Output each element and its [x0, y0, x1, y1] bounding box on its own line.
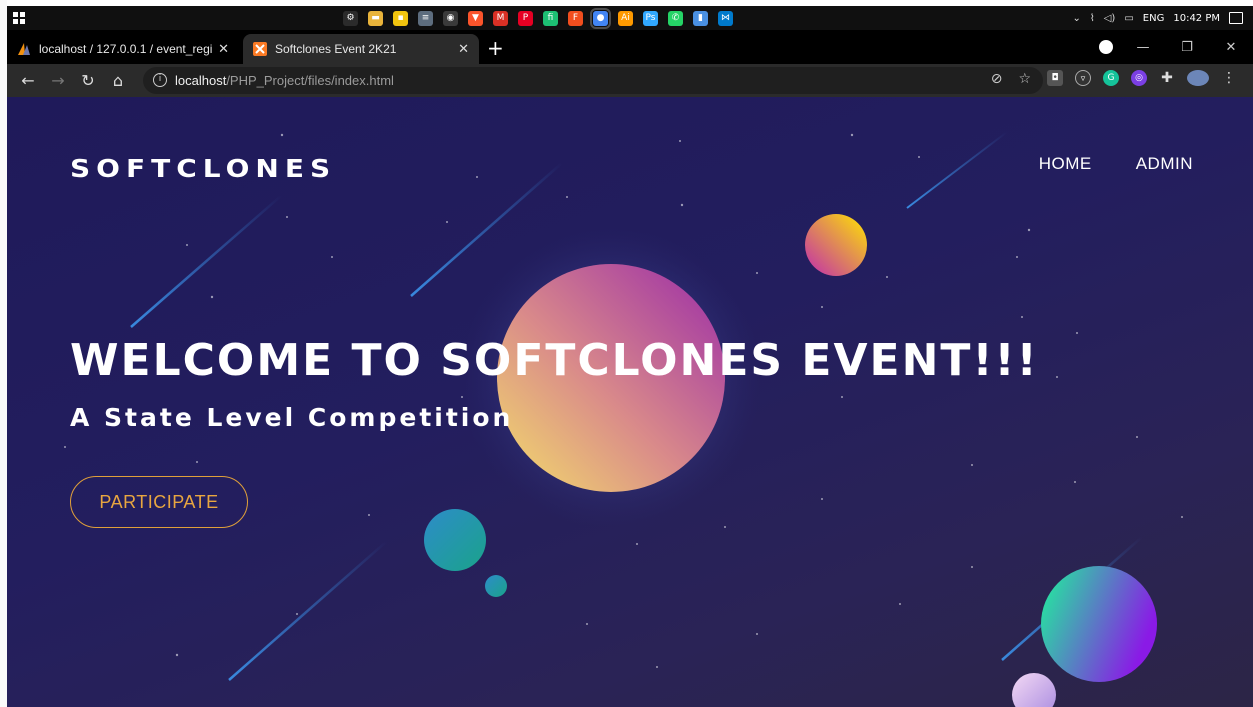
shooting-star-streak	[228, 540, 388, 681]
close-window-icon[interactable]: ✕	[1209, 40, 1253, 55]
back-arrow-icon[interactable]: ←	[17, 70, 39, 92]
participate-button[interactable]: PARTICIPATE	[70, 476, 248, 528]
teal-planet	[424, 509, 486, 571]
nav-admin-link[interactable]: ADMIN	[1136, 154, 1193, 174]
language-indicator[interactable]: ENG	[1143, 13, 1165, 24]
hero-title: WELCOME TO SOFTCLONES EVENT!!!	[70, 335, 1039, 386]
more-menu-icon[interactable]: ⋮	[1221, 70, 1237, 86]
browser-toolbar: ← → ↻ ⌂ i localhost/PHP_Project/files/in…	[7, 64, 1253, 97]
tab-softclones[interactable]: Softclones Event 2K21 ✕	[243, 34, 479, 64]
windows-taskbar: ⚙ ▬ ▪ ≡ ◉ ▼ M Pfi F ● Ai Ps ✆ ▮ ⋈ ⌄ ⌇ ◁) ▭ ENG 10:42 P…	[7, 6, 1253, 30]
puzzle-extensions-icon[interactable]: ✚	[1159, 70, 1175, 86]
notepad-icon[interactable]: ≡	[418, 10, 433, 26]
brave-icon[interactable]: ▼	[468, 10, 483, 26]
browser-tab-strip: localhost / 127.0.0.1 / event_regis ✕ So…	[7, 30, 1253, 64]
address-bar[interactable]: i localhost/PHP_Project/files/index.html…	[143, 67, 1043, 94]
file-explorer-icon[interactable]: ▬	[368, 10, 383, 26]
url-text: localhost/PHP_Project/files/index.html	[175, 73, 394, 88]
new-tab-plus-icon[interactable]: +	[487, 36, 504, 60]
extension-icons: ◘ ▿ G ◎ ✚ ⋮	[1047, 70, 1237, 86]
close-icon[interactable]: ✕	[218, 41, 229, 57]
tab-phpmyadmin[interactable]: localhost / 127.0.0.1 / event_regis ✕	[7, 34, 239, 64]
gmail-icon[interactable]: M	[493, 10, 508, 26]
vscode-icon[interactable]: ⋈	[718, 10, 733, 26]
close-icon[interactable]: ✕	[458, 41, 469, 57]
windows-start-icon[interactable]	[13, 12, 25, 24]
lilac-moon	[1012, 673, 1056, 707]
green-purple-planet	[1041, 566, 1157, 682]
clock[interactable]: 10:42 PM	[1173, 13, 1220, 24]
hero-subtitle: A State Level Competition	[70, 403, 514, 432]
fiverr-icon[interactable]: fi	[543, 10, 558, 26]
site-nav: HOME ADMIN	[1039, 154, 1193, 174]
whatsapp-icon[interactable]: ✆	[668, 10, 683, 26]
taskbar-apps: ⚙ ▬ ▪ ≡ ◉ ▼ M Pfi F ● Ai Ps ✆ ▮ ⋈	[343, 7, 733, 29]
notification-icon[interactable]	[1229, 12, 1243, 24]
window-frame-edge	[0, 0, 7, 707]
nav-home-link[interactable]: HOME	[1039, 154, 1092, 174]
bookmark-star-icon[interactable]: ☆	[1018, 71, 1031, 87]
phpmyadmin-icon	[18, 43, 30, 55]
web-page: SOFTCLONES HOME ADMIN WELCOME TO SOFTCLO…	[7, 97, 1253, 707]
home-icon[interactable]: ⌂	[107, 70, 129, 92]
photoshop-icon[interactable]: Ps	[643, 10, 658, 26]
yellow-planet	[805, 214, 867, 276]
profile-icon[interactable]	[1099, 40, 1113, 54]
shooting-star-streak	[130, 194, 283, 328]
extension-swirl-icon[interactable]: ◎	[1131, 70, 1147, 86]
file-icon[interactable]: ▮	[693, 10, 708, 26]
wifi-icon[interactable]: ⌇	[1090, 13, 1095, 24]
pocket-icon[interactable]: ▿	[1075, 70, 1091, 86]
avatar[interactable]	[1187, 70, 1209, 86]
volume-icon[interactable]: ◁)	[1104, 13, 1116, 24]
figma-icon[interactable]: F	[568, 10, 583, 26]
small-teal-moon	[485, 575, 507, 597]
tab-title: localhost / 127.0.0.1 / event_regis	[39, 42, 213, 56]
forward-arrow-icon[interactable]: →	[47, 70, 69, 92]
battery-icon[interactable]: ▭	[1124, 13, 1133, 24]
illustrator-icon[interactable]: Ai	[618, 10, 633, 26]
chevron-up-icon[interactable]: ⌄	[1072, 13, 1080, 24]
window-controls: — ❐ ✕	[1121, 30, 1253, 64]
grammarly-icon[interactable]: G	[1103, 70, 1119, 86]
site-logo[interactable]: SOFTCLONES	[70, 154, 336, 184]
xampp-icon	[253, 42, 267, 56]
chrome-icon[interactable]: ●	[590, 7, 611, 29]
minimize-icon[interactable]: —	[1121, 40, 1165, 55]
settings-gear-icon[interactable]: ⚙	[343, 10, 358, 26]
reload-icon[interactable]: ↻	[77, 70, 99, 92]
camera-extension-icon[interactable]: ◘	[1047, 70, 1063, 86]
tab-title: Softclones Event 2K21	[275, 42, 397, 56]
space-background	[64, 131, 1183, 707]
tracking-eye-off-icon[interactable]: ⊘	[991, 71, 1003, 87]
system-tray: ⌄ ⌇ ◁) ▭ ENG 10:42 PM	[1072, 6, 1253, 30]
maximize-icon[interactable]: ❐	[1165, 40, 1209, 55]
obs-icon[interactable]: ◉	[443, 10, 458, 26]
pinterest-icon[interactable]: P	[518, 10, 533, 26]
shooting-star-streak	[906, 131, 1008, 209]
info-icon[interactable]: i	[153, 73, 167, 87]
sticky-notes-icon[interactable]: ▪	[393, 10, 408, 26]
